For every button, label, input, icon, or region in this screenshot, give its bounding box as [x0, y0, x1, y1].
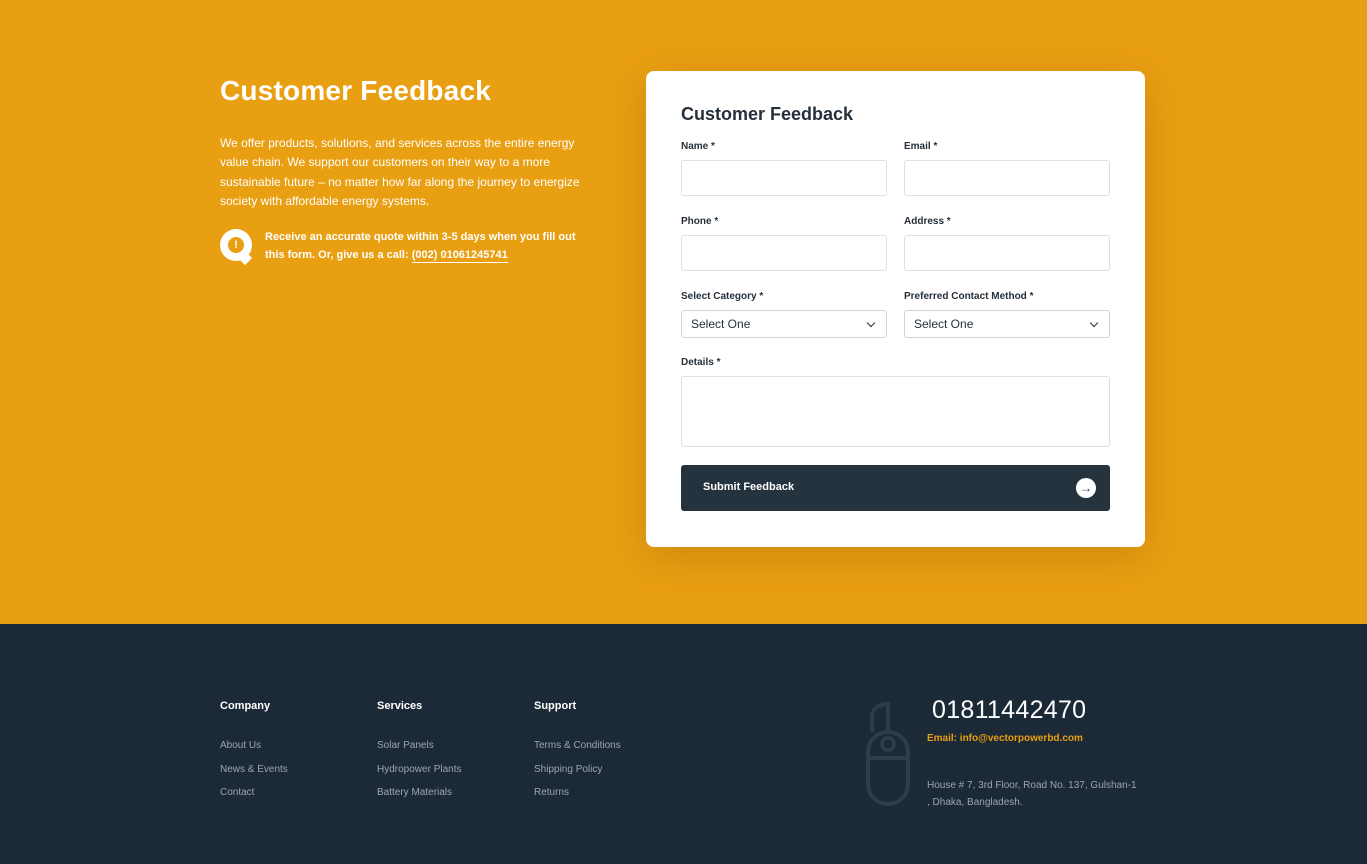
- footer-company-heading: Company: [220, 700, 271, 712]
- submit-feedback-button[interactable]: Submit Feedback →: [681, 465, 1110, 511]
- email-input[interactable]: [904, 160, 1110, 196]
- arrow-right-icon: →: [1076, 478, 1096, 498]
- footer-link-terms[interactable]: Terms & Conditions: [534, 739, 621, 763]
- footer-email[interactable]: Email: info@vectorpowerbd.com: [927, 733, 1083, 744]
- phone-field-group: Phone *: [681, 215, 887, 271]
- footer-link-solar[interactable]: Solar Panels: [377, 739, 461, 763]
- footer-support-heading: Support: [534, 700, 577, 712]
- footer-address: House # 7, 3rd Floor, Road No. 137, Guls…: [927, 780, 1137, 808]
- chevron-down-icon: [866, 318, 876, 328]
- footer-link-battery[interactable]: Battery Materials: [377, 786, 461, 810]
- footer-company-column: Company About Us News & Events Contact: [220, 700, 288, 810]
- site-footer: Company About Us News & Events Contact S…: [0, 624, 1367, 864]
- quote-text: Receive an accurate quote within 3-5 day…: [265, 228, 595, 264]
- intro-block: Customer Feedback We offer products, sol…: [220, 74, 595, 263]
- address-label: Address *: [904, 216, 951, 227]
- chevron-down-icon: [1089, 318, 1099, 328]
- phone-label: Phone *: [681, 216, 719, 227]
- email-field-group: Email *: [904, 140, 1110, 196]
- contact-method-field-group: Preferred Contact Method * Select One: [904, 290, 1110, 338]
- footer-link-hydropower[interactable]: Hydropower Plants: [377, 763, 461, 787]
- details-label: Details *: [681, 357, 721, 368]
- footer-link-returns[interactable]: Returns: [534, 786, 621, 810]
- details-field-group: Details *: [681, 356, 1110, 447]
- footer-link-shipping[interactable]: Shipping Policy: [534, 763, 621, 787]
- name-label: Name *: [681, 141, 715, 152]
- email-label: Email *: [904, 141, 938, 152]
- quote-callout: ! Receive an accurate quote within 3-5 d…: [220, 228, 595, 264]
- footer-link-news[interactable]: News & Events: [220, 763, 288, 787]
- hero-section: Customer Feedback We offer products, sol…: [0, 0, 1367, 624]
- details-textarea[interactable]: [681, 376, 1110, 447]
- footer-phone[interactable]: 01811442470: [932, 696, 1086, 725]
- form-title: Customer Feedback: [681, 104, 854, 124]
- intro-description: We offer products, solutions, and servic…: [220, 136, 580, 208]
- quote-phone-link[interactable]: (002) 01061245741: [411, 249, 508, 263]
- category-label: Select Category *: [681, 291, 764, 302]
- name-field-group: Name *: [681, 140, 887, 196]
- footer-support-column: Support Terms & Conditions Shipping Poli…: [534, 700, 621, 810]
- alert-chat-icon: !: [220, 229, 252, 261]
- address-field-group: Address *: [904, 215, 1110, 271]
- contact-method-label: Preferred Contact Method *: [904, 291, 1034, 302]
- footer-link-about[interactable]: About Us: [220, 739, 288, 763]
- phone-input[interactable]: [681, 235, 887, 271]
- footer-services-heading: Services: [377, 700, 423, 712]
- address-input[interactable]: [904, 235, 1110, 271]
- submit-label: Submit Feedback: [703, 481, 795, 493]
- name-input[interactable]: [681, 160, 887, 196]
- page-title: Customer Feedback: [220, 75, 492, 106]
- feedback-form-card: Customer Feedback Name * Email * Phone *…: [646, 71, 1145, 547]
- category-select-value: Select One: [691, 317, 751, 331]
- mouse-phone-icon: [866, 702, 910, 806]
- contact-method-select[interactable]: Select One: [904, 310, 1110, 338]
- footer-link-contact[interactable]: Contact: [220, 786, 288, 810]
- category-field-group: Select Category * Select One: [681, 290, 887, 338]
- footer-services-column: Services Solar Panels Hydropower Plants …: [377, 700, 461, 810]
- category-select[interactable]: Select One: [681, 310, 887, 338]
- contact-method-select-value: Select One: [914, 317, 974, 331]
